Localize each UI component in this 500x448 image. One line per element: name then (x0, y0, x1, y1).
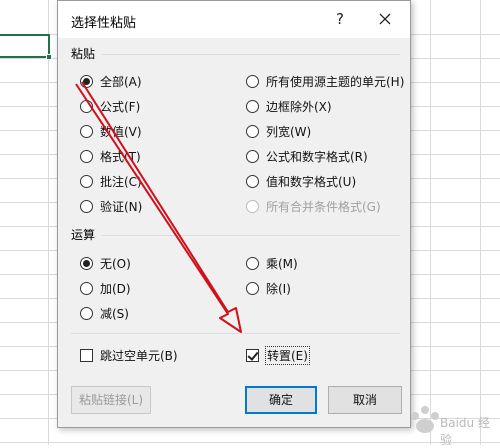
watermark-text: Baidu 经验 (440, 416, 490, 447)
annotation-arrow-icon (75, 81, 242, 333)
